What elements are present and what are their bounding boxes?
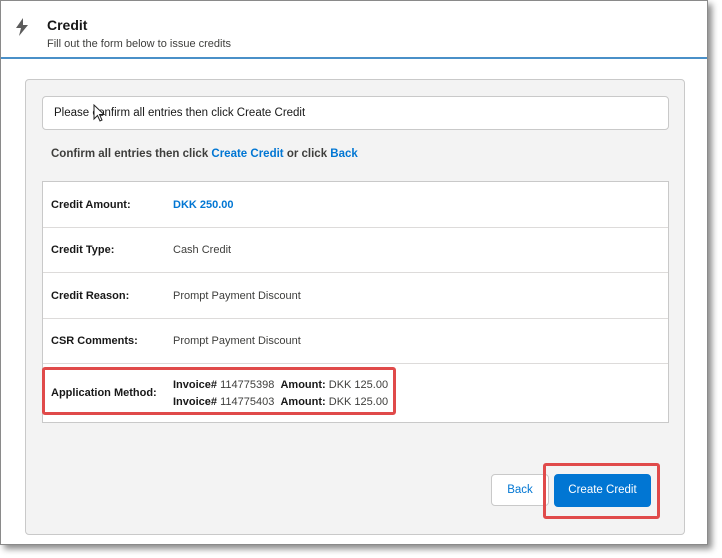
credit-amount-value: DKK 250.00	[173, 199, 234, 211]
csr-comments-row: CSR Comments: Prompt Payment Discount	[43, 319, 668, 364]
credit-type-row: Credit Type: Cash Credit	[43, 228, 668, 273]
credit-reason-label: Credit Reason:	[51, 290, 130, 302]
page-subtitle: Fill out the form below to issue credits	[47, 38, 232, 50]
lightning-icon	[16, 18, 28, 36]
confirm-prefix-text: Confirm all entries then click	[51, 148, 212, 160]
credit-type-value: Cash Credit	[173, 244, 232, 256]
confirm-middle-text: or click	[283, 148, 331, 160]
credit-type-label: Credit Type:	[51, 244, 115, 256]
csr-comments-label: CSR Comments:	[51, 335, 138, 347]
page-title: Credit	[47, 17, 88, 33]
csr-comments-value: Prompt Payment Discount	[173, 335, 301, 347]
confirm-instructions: Confirm all entries then click Create Cr…	[51, 148, 358, 160]
credit-reason-value: Prompt Payment Discount	[173, 290, 301, 302]
page-header: Credit Fill out the form below to issue …	[1, 1, 707, 59]
confirmation-card: Please confirm all entries then click Cr…	[25, 79, 685, 535]
confirm-notice-text: Please confirm all entries then click Cr…	[54, 107, 306, 119]
confirm-notice: Please confirm all entries then click Cr…	[42, 96, 669, 130]
credit-window: Credit Fill out the form below to issue …	[0, 0, 708, 545]
create-credit-highlight	[543, 463, 660, 519]
back-button[interactable]: Back	[491, 474, 549, 506]
mouse-cursor-icon	[93, 104, 105, 122]
create-credit-link[interactable]: Create Credit	[211, 148, 283, 160]
credit-amount-row: Credit Amount: DKK 250.00	[43, 182, 668, 228]
back-link[interactable]: Back	[330, 148, 358, 160]
application-method-highlight	[42, 367, 396, 415]
credit-amount-label: Credit Amount:	[51, 199, 131, 211]
credit-reason-row: Credit Reason: Prompt Payment Discount	[43, 273, 668, 319]
